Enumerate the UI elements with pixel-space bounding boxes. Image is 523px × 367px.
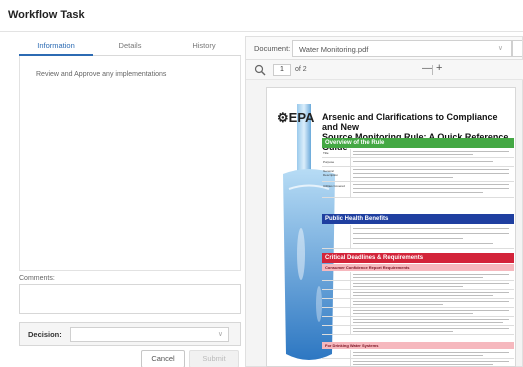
comments-field[interactable] [19,284,241,314]
pdf-overview-table: Title Purpose General Description Utilit… [322,149,514,198]
table-row [322,281,514,290]
document-label: Document: [254,44,291,53]
pdf-subsection-ccr: Consumer Confidence Report Requirements [322,264,514,271]
table-row: General Description [322,167,514,182]
tab-bar: Information Details History [19,36,241,56]
pdf-section-health: Public Health Benefits [322,214,514,224]
chevron-down-icon: ∨ [217,331,223,338]
tab-history[interactable]: History [167,36,241,56]
submit-button[interactable]: Submit [189,350,239,367]
information-text: Review and Approve any implementations [36,71,167,78]
table-row [322,359,514,366]
document-panel: Document: Water Monitoring.pdf ∨ 1 of 2 … [245,36,523,367]
table-row: Purpose [322,158,514,167]
table-row [322,326,514,335]
table-row [322,272,514,281]
page-title: Workflow Task [8,9,85,21]
decision-row: Decision: ∨ [19,322,241,346]
zoom-out-button[interactable]: — [422,63,432,74]
pdf-section-deadlines: Critical Deadlines & Requirements [322,253,514,263]
pdf-deadlines-table [322,272,514,335]
table-row: Utilities Covered [322,182,514,198]
tab-details[interactable]: Details [93,36,167,56]
decision-select[interactable]: ∨ [70,327,229,342]
header: Workflow Task [0,0,523,32]
viewer-toolbar: 1 of 2 — + [246,60,523,80]
pdf-health-table [322,225,514,249]
table-row [322,299,514,308]
table-row [322,308,514,317]
toolbar-divider [432,65,433,75]
pdf-water-table [322,350,514,366]
chevron-down-icon: ∨ [497,45,503,52]
cancel-button[interactable]: Cancel [141,350,185,367]
decision-label: Decision: [28,330,62,339]
pdf-viewer: 1 of 2 — + ⚙EPA Arsenic and Clarificatio… [245,60,523,367]
page-number-input[interactable]: 1 [273,64,291,76]
table-row: Title [322,149,514,158]
document-select[interactable]: Water Monitoring.pdf ∨ [292,40,512,57]
pdf-page: ⚙EPA Arsenic and Clarifications to Compl… [266,87,516,367]
table-row [322,350,514,359]
search-icon[interactable] [254,64,266,76]
zoom-in-button[interactable]: + [436,62,442,74]
pdf-section-overview: Overview of the Rule [322,138,514,148]
document-action-button[interactable] [512,40,522,57]
task-panel: Information Details History Review and A… [19,36,241,367]
table-row [322,317,514,326]
page-count: of 2 [295,66,307,73]
tab-information[interactable]: Information [19,36,93,56]
epa-logo: ⚙EPA [277,110,315,125]
pdf-subsection-drinking-water: For Drinking Water Systems [322,342,514,349]
document-bar: Document: Water Monitoring.pdf ∨ [245,36,523,60]
table-row [322,225,514,249]
information-panel: Review and Approve any implementations [19,56,241,271]
table-row [322,290,514,299]
comments-label: Comments: [19,275,55,282]
document-select-value: Water Monitoring.pdf [299,45,369,54]
